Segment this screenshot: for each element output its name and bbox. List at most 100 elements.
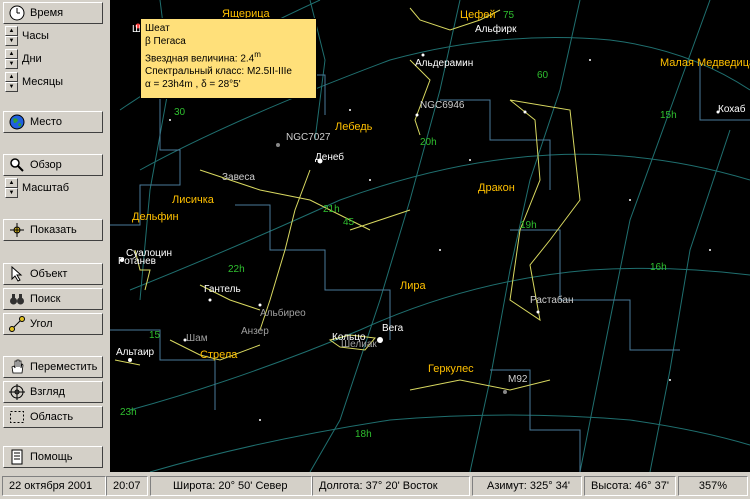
object-name: M92 (508, 374, 528, 385)
document-icon (9, 449, 25, 465)
star-info-name: Шеат (145, 23, 170, 34)
constellation-name: Стрела (200, 349, 238, 361)
grid-label: 60 (537, 70, 549, 81)
days-label: Дни (22, 53, 42, 65)
up-arrow-icon[interactable]: ▲ (5, 178, 18, 188)
status-zoom: 357% (678, 476, 748, 496)
star-info-tooltip: Шеат β Пегаса Звездная величина: 2.4m Сп… (140, 18, 317, 99)
toolbar-sidebar: Время ▲ ▼ Часы ▲ ▼ Дни ▲ ▼ Месяцы Место Обз… (0, 0, 110, 472)
constellation-name: Дельфин (132, 211, 179, 223)
time-label: Время (30, 7, 64, 19)
down-arrow-icon[interactable]: ▼ (5, 82, 18, 92)
angle-button[interactable]: Угол (3, 313, 103, 335)
up-arrow-icon[interactable]: ▲ (5, 26, 18, 36)
search-button[interactable]: Поиск (3, 288, 103, 310)
status-altitude: Высота: 46° 37' (584, 476, 676, 496)
star-info-magnitude-text: Звездная величина: 2.4 (145, 53, 255, 65)
move-label: Переместить (30, 361, 98, 373)
binoculars-icon (9, 291, 25, 307)
star-info-spectral: Спектральный класс: M2.5II-IIIe (145, 66, 292, 78)
down-arrow-icon[interactable]: ▼ (5, 59, 18, 69)
grid-label: 15h (660, 110, 677, 121)
scale-spin-arrows[interactable]: ▲ ▼ (5, 178, 18, 198)
constellation-name: Лебедь (335, 121, 373, 133)
star-name: Альбирео (260, 307, 306, 319)
look-label: Взгляд (30, 386, 65, 398)
grid-label: 22h (228, 264, 245, 275)
look-button[interactable]: Взгляд (3, 381, 103, 403)
up-arrow-icon[interactable]: ▲ (5, 49, 18, 59)
time-button[interactable]: Время (3, 2, 103, 24)
clock-icon (9, 5, 25, 21)
status-longitude: Долгота: 37° 20' Восток (312, 476, 470, 496)
object-name: NGC6946 (420, 100, 465, 111)
star-name: Шам (186, 333, 208, 344)
star-name: Шелиак (341, 339, 377, 350)
sky-map[interactable]: 75 60 45 30 15 20h 19h 18h 16h 15h 21h 2… (110, 0, 750, 472)
show-button[interactable]: Показать (3, 219, 103, 241)
down-arrow-icon[interactable]: ▼ (5, 36, 18, 46)
grid-label: 21h (323, 204, 340, 215)
star-name: Вега (382, 323, 404, 334)
months-label: Месяцы (22, 76, 64, 88)
status-latitude: Широта: 20° 50' Север (150, 476, 312, 496)
down-arrow-icon[interactable]: ▼ (5, 188, 18, 198)
star-name: Растабан (530, 294, 574, 306)
days-stepper[interactable]: ▲ ▼ Дни (5, 48, 42, 70)
star-name: Альфирк (475, 23, 517, 35)
grid-label: 20h (420, 137, 437, 148)
search-label: Поиск (30, 293, 61, 305)
star-info-magnitude: Звездная величина: 2.4m (145, 48, 312, 65)
grid-label: 30 (174, 107, 186, 118)
scale-label: Масштаб (22, 182, 70, 194)
help-button[interactable]: Помощь (3, 446, 103, 468)
constellation-name: Геркулес (428, 363, 474, 375)
constellation-name: Лисичка (172, 194, 215, 206)
star-info-magnitude-unit: m (254, 50, 261, 59)
months-spin-arrows[interactable]: ▲ ▼ (5, 72, 18, 92)
grid-label: 16h (650, 262, 667, 273)
hours-label: Часы (22, 30, 49, 42)
grid-label: 19h (520, 220, 537, 231)
target-icon (9, 384, 25, 400)
constellation-name: Дракон (478, 182, 515, 194)
star-info-coords: α = 23h4m , δ = 28°5' (145, 79, 241, 91)
show-label: Показать (30, 224, 77, 236)
grid-label: 75 (503, 10, 515, 21)
status-time: 20:07 (106, 476, 148, 496)
star-name: Альтаир (116, 347, 155, 358)
star-name: Альдерамин (415, 58, 473, 69)
place-label: Место (30, 116, 62, 128)
place-button[interactable]: Место (3, 111, 103, 133)
constellation-name: Лира (400, 280, 426, 292)
constellation-name: Цефей (460, 9, 496, 21)
status-azimuth: Азимут: 325° 34' (472, 476, 582, 496)
star-name: Ротанев (118, 256, 156, 267)
angle-label: Угол (30, 318, 53, 330)
up-arrow-icon[interactable]: ▲ (5, 72, 18, 82)
area-button[interactable]: Область (3, 406, 103, 428)
help-label: Помощь (30, 451, 73, 463)
star-name: Гантель (204, 284, 241, 295)
object-button[interactable]: Объект (3, 263, 103, 285)
scale-stepper[interactable]: ▲ ▼ Масштаб (5, 177, 69, 199)
area-label: Область (30, 411, 74, 423)
globe-icon (9, 114, 25, 130)
status-date: 22 октября 2001 (2, 476, 106, 496)
grid-label: 23h (120, 407, 137, 418)
grid-label: 45 (343, 217, 355, 228)
hours-spin-arrows[interactable]: ▲ ▼ (5, 26, 18, 46)
constellation-name: Малая Медведица (660, 57, 750, 69)
grid-label: 18h (355, 429, 372, 440)
move-button[interactable]: Переместить (3, 356, 103, 378)
grid-label: 15 (149, 330, 161, 341)
overview-label: Обзор (30, 159, 62, 171)
days-spin-arrows[interactable]: ▲ ▼ (5, 49, 18, 69)
object-label: Объект (30, 268, 68, 280)
overview-button[interactable]: Обзор (3, 154, 103, 176)
months-stepper[interactable]: ▲ ▼ Месяцы (5, 71, 63, 93)
hours-stepper[interactable]: ▲ ▼ Часы (5, 25, 49, 47)
selection-rect-icon (9, 409, 25, 425)
star-name: Кохаб (718, 103, 746, 115)
crosshair-icon (9, 222, 25, 238)
